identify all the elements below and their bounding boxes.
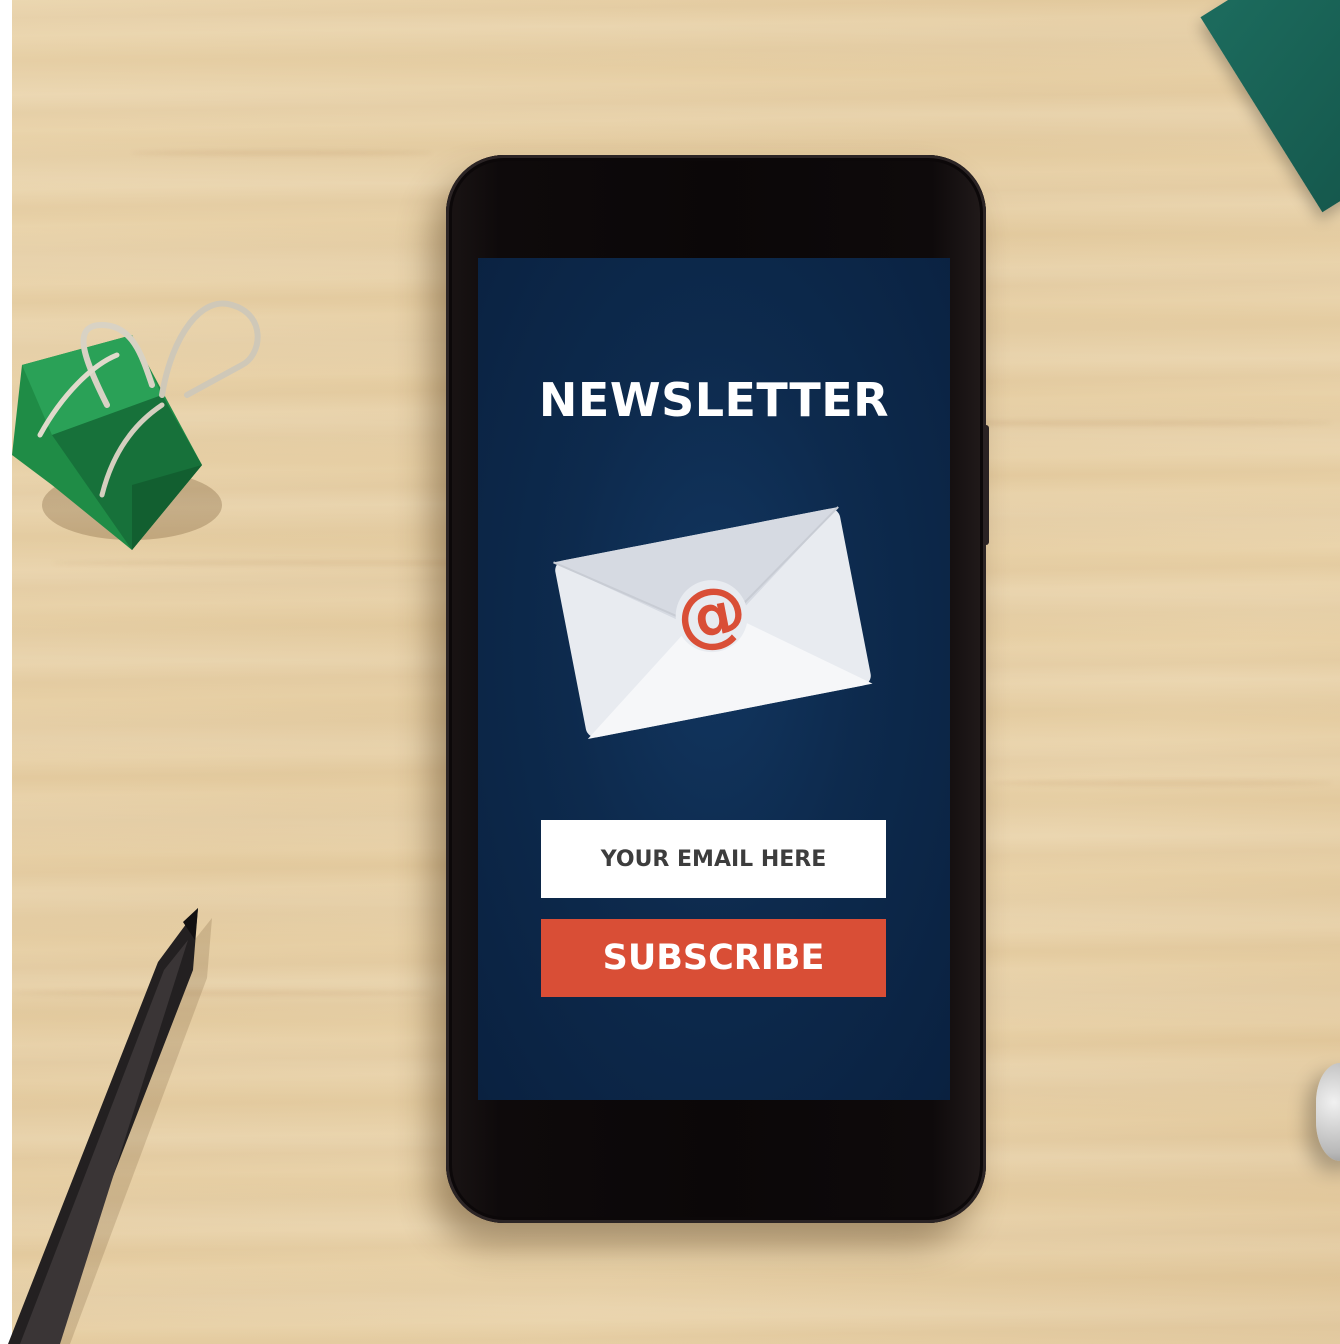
binder-clip-icon xyxy=(12,300,261,550)
subscribe-button[interactable]: SUBSCRIBE xyxy=(541,919,886,997)
email-at-envelope-icon: @ xyxy=(553,506,873,740)
phone-screen: NEWSLETTER @ SUBSCRIBE xyxy=(478,258,950,1100)
newsletter-title: NEWSLETTER xyxy=(538,373,890,427)
email-input[interactable] xyxy=(541,820,886,898)
pencil-icon xyxy=(8,908,212,1344)
phone-side-button xyxy=(983,425,989,545)
